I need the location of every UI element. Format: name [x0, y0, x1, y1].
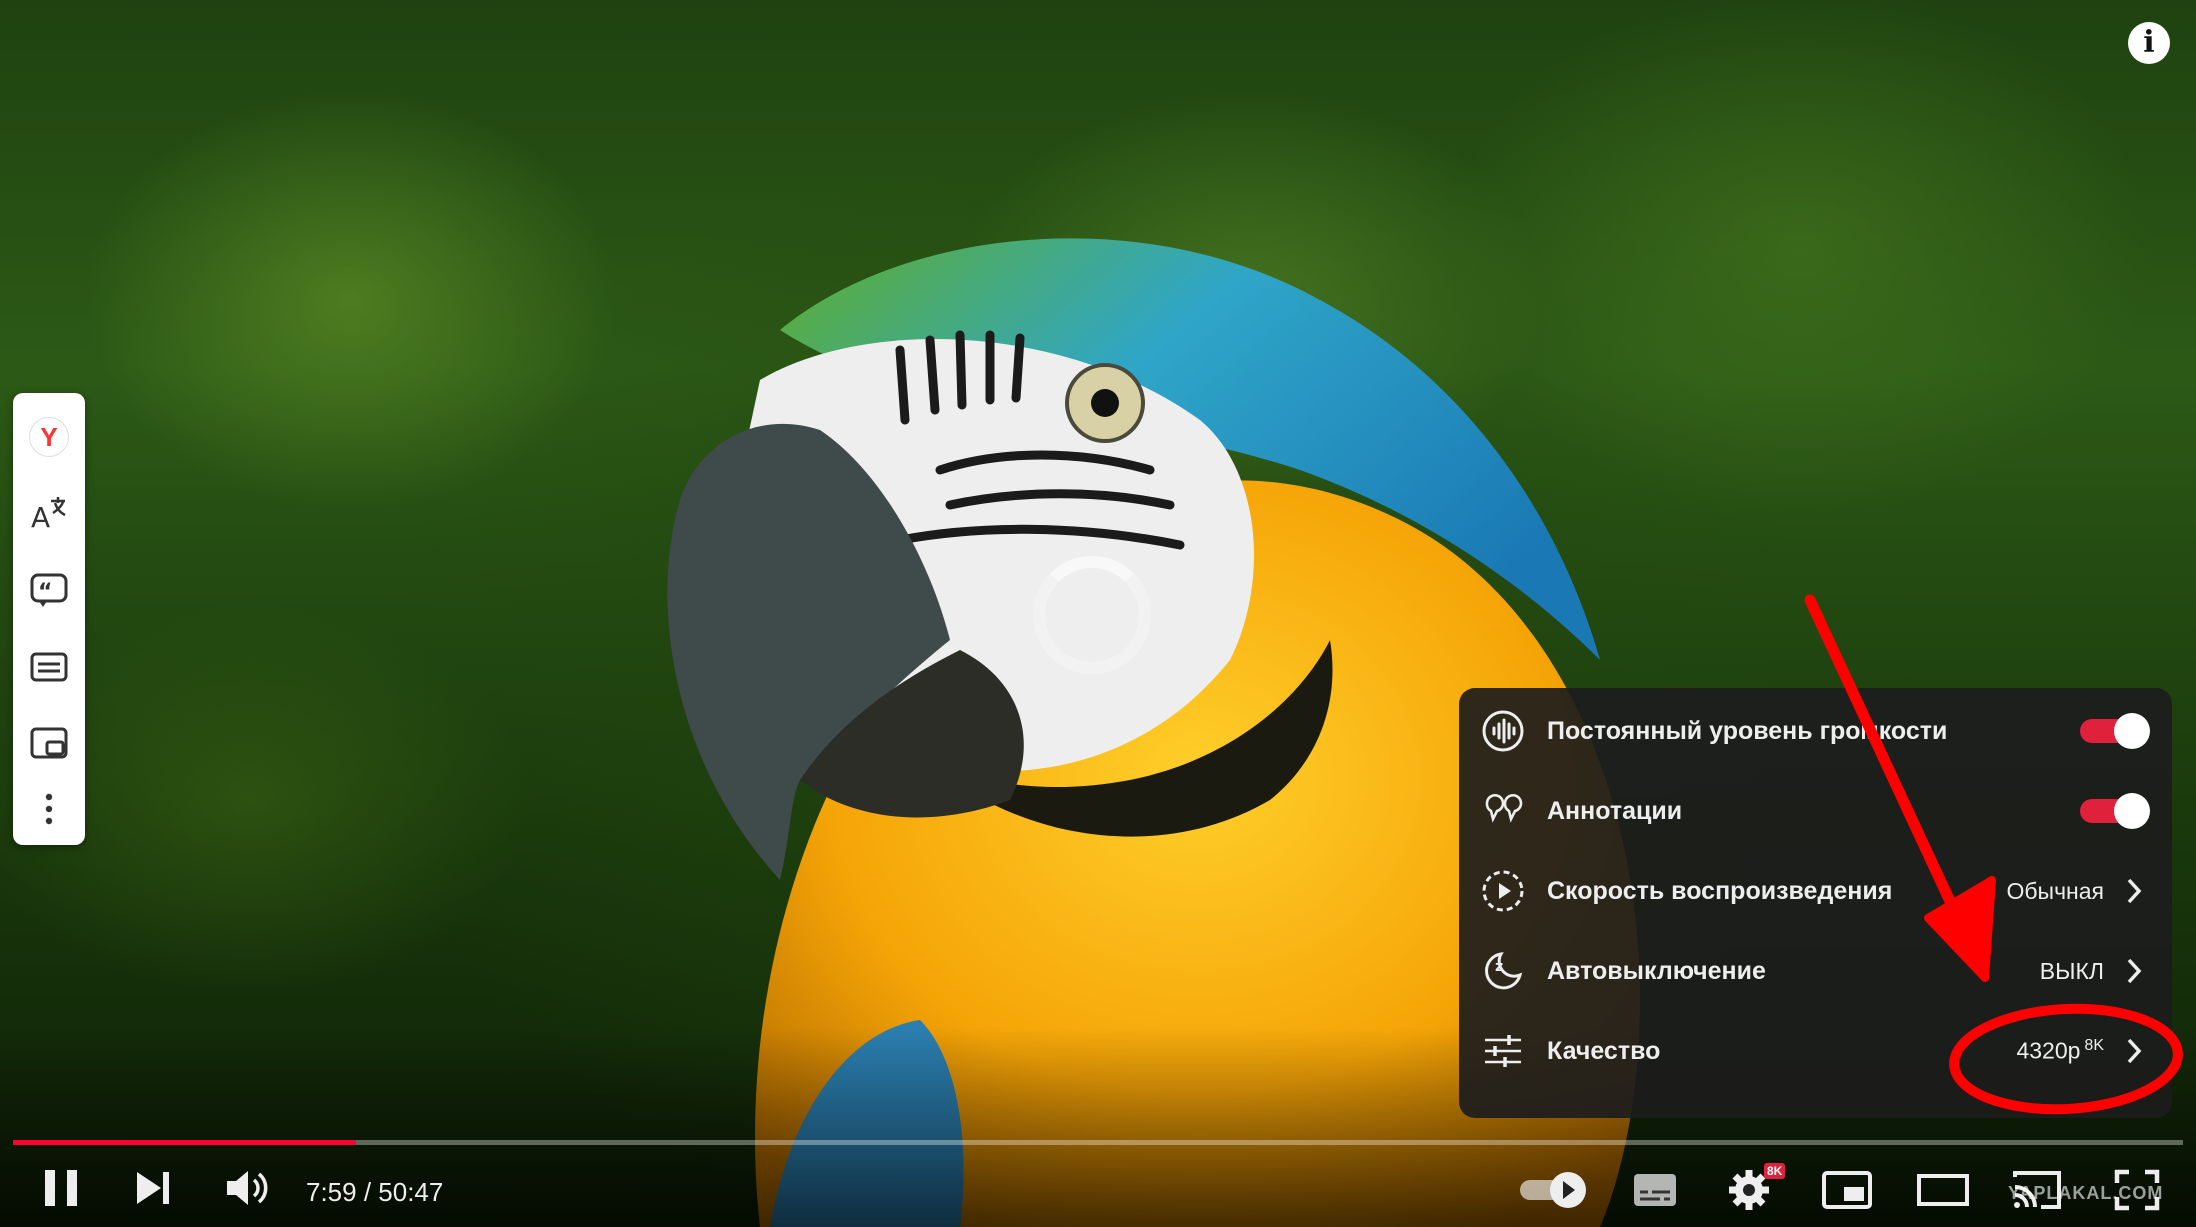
menu-row-annotations[interactable]: Аннотации — [1459, 771, 2172, 851]
chevron-right-icon — [2120, 951, 2148, 991]
progress-bar[interactable] — [13, 1140, 2183, 1145]
theater-mode-button[interactable] — [1916, 1160, 1970, 1220]
menu-row-label: Аннотации — [1547, 796, 1683, 825]
watermark: YAPLAKAL.COM — [2008, 1183, 2164, 1203]
miniplayer-button[interactable] — [1820, 1160, 1874, 1220]
menu-row-label: Автовыключение — [1547, 956, 1766, 985]
annotations-toggle[interactable] — [2080, 793, 2150, 829]
stable-volume-toggle[interactable] — [2080, 713, 2150, 749]
menu-row-sleep-timer[interactable]: z Автовыключение ВЫКЛ — [1459, 931, 2172, 1011]
video-player[interactable]: i Y A “ Постоянный уровень громкости Анн… — [0, 0, 2196, 1227]
menu-row-label: Скорость воспроизведения — [1547, 876, 1893, 905]
subtitles-button[interactable] — [1630, 1160, 1680, 1220]
settings-menu: Постоянный уровень громкости Аннотации С… — [1459, 688, 2172, 1118]
volume-icon[interactable] — [220, 1158, 274, 1218]
menu-row-label: Постоянный уровень громкости — [1547, 716, 1948, 745]
svg-text:“: “ — [38, 580, 52, 605]
playback-speed-icon — [1481, 869, 1525, 913]
info-button[interactable]: i — [2128, 22, 2170, 64]
translate-icon[interactable]: A — [25, 489, 73, 537]
quality-badge: 8K — [1764, 1163, 1786, 1179]
menu-row-stable-volume[interactable]: Постоянный уровень громкости — [1459, 691, 2172, 771]
quality-value: 4320p 8K — [2016, 1037, 2104, 1064]
playback-speed-value: Обычная — [2006, 877, 2104, 904]
quote-icon[interactable]: “ — [25, 567, 73, 615]
svg-text:A: A — [31, 501, 50, 533]
loading-spinner-icon — [1033, 556, 1151, 674]
svg-text:z: z — [1495, 959, 1503, 975]
quality-8k-superscript: 8K — [2084, 1037, 2104, 1055]
menu-row-playback-speed[interactable]: Скорость воспроизведения Обычная — [1459, 851, 2172, 931]
chevron-right-icon — [2120, 871, 2148, 911]
yandex-logo-icon[interactable]: Y — [25, 413, 73, 461]
subtitles-icon[interactable] — [25, 643, 73, 691]
browser-sidebar: Y A “ — [13, 393, 85, 845]
menu-row-quality[interactable]: Качество 4320p 8K — [1459, 1011, 2172, 1091]
time-display: 7:59 / 50:47 — [306, 1177, 444, 1207]
pause-button[interactable] — [36, 1158, 86, 1218]
sleep-timer-icon: z — [1481, 949, 1525, 993]
next-button[interactable] — [128, 1158, 178, 1218]
picture-in-picture-icon[interactable] — [25, 719, 73, 767]
sleep-timer-value: ВЫКЛ — [2039, 957, 2104, 984]
quality-sliders-icon — [1481, 1029, 1525, 1073]
progress-bar-played — [13, 1140, 356, 1145]
menu-row-label: Качество — [1547, 1036, 1661, 1065]
chevron-right-icon — [2120, 1031, 2148, 1071]
autoplay-toggle[interactable] — [1518, 1160, 1590, 1220]
annotations-icon — [1481, 789, 1525, 833]
stable-volume-icon — [1481, 709, 1525, 753]
yandex-logo-letter: Y — [29, 417, 69, 457]
more-vertical-icon[interactable] — [25, 785, 73, 833]
